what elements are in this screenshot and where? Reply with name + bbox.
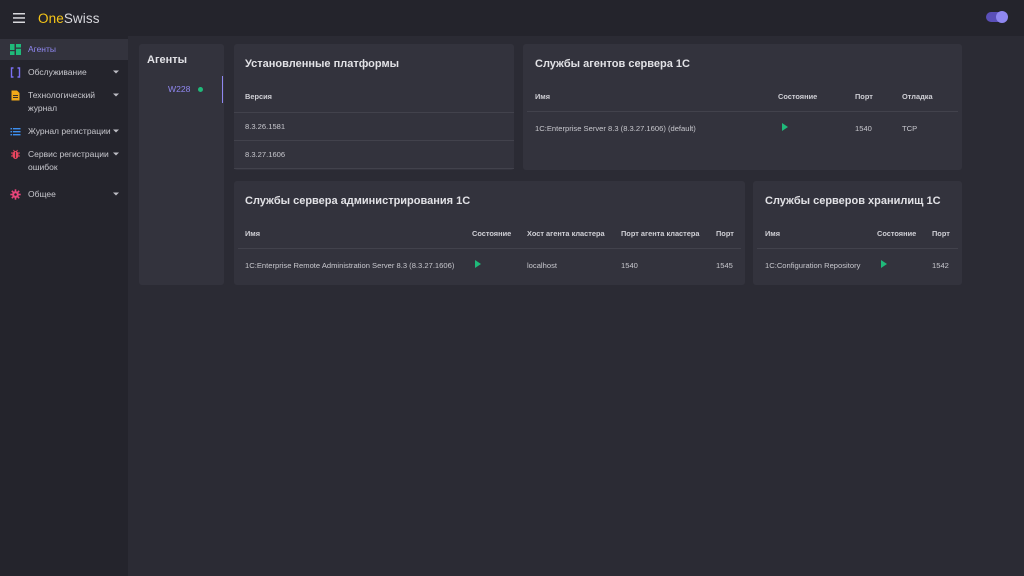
table-cell-name: 1C:Enterprise Remote Administration Serv… bbox=[245, 261, 455, 270]
table-cell-port: 1540 bbox=[855, 124, 872, 133]
table-cell-name: 1C:Enterprise Server 8.3 (8.3.27.1606) (… bbox=[535, 124, 696, 133]
column-header-port[interactable]: Порт bbox=[855, 92, 873, 101]
divider bbox=[757, 248, 958, 249]
agent-item-w228[interactable]: W228 bbox=[168, 84, 190, 94]
divider bbox=[234, 112, 514, 113]
table-cell-cluster-port: 1540 bbox=[621, 261, 638, 270]
column-header-debug[interactable]: Отладка bbox=[902, 92, 933, 101]
column-header-cluster-port[interactable]: Порт агента кластера bbox=[621, 229, 700, 238]
list-icon bbox=[9, 125, 21, 137]
chevron-down-icon bbox=[113, 192, 119, 196]
chevron-down-icon bbox=[113, 93, 119, 97]
divider bbox=[527, 111, 958, 112]
brackets-icon bbox=[9, 66, 21, 78]
sidebar-item-error-service[interactable]: Сервис регистрации ошибок bbox=[0, 148, 128, 178]
agents-title: Агенты bbox=[147, 54, 188, 66]
agents-panel bbox=[139, 44, 224, 285]
sidebar-item-general[interactable]: Общее bbox=[0, 188, 128, 205]
table-cell-host: localhost bbox=[527, 261, 557, 270]
sidebar-item-label: Журнал регистрации bbox=[28, 126, 111, 136]
column-header-name[interactable]: Имя bbox=[535, 92, 550, 101]
column-header-state[interactable]: Состояние bbox=[877, 229, 916, 238]
column-header-port[interactable]: Порт bbox=[932, 229, 950, 238]
dashboard-icon bbox=[9, 43, 21, 55]
running-status-icon bbox=[782, 123, 788, 131]
chevron-down-icon bbox=[113, 70, 119, 74]
toggle-knob bbox=[996, 11, 1008, 23]
bug-icon bbox=[9, 148, 21, 160]
hamburger-icon bbox=[13, 13, 25, 23]
table-cell-name: 1C:Configuration Repository bbox=[765, 261, 861, 270]
column-header-name[interactable]: Имя bbox=[765, 229, 780, 238]
document-icon bbox=[9, 89, 21, 101]
column-header-cluster-host[interactable]: Хост агента кластера bbox=[527, 229, 605, 238]
app-bar: OneSwiss bbox=[0, 0, 1024, 36]
column-header-port[interactable]: Порт bbox=[716, 229, 734, 238]
platforms-title: Установленные платформы bbox=[245, 58, 400, 70]
gear-icon bbox=[9, 188, 21, 200]
table-cell-version: 8.3.27.1606 bbox=[245, 150, 286, 159]
chevron-down-icon bbox=[113, 129, 119, 133]
theme-toggle[interactable] bbox=[986, 11, 1008, 23]
sidebar-item-label: Агенты bbox=[28, 44, 57, 54]
agent-selection-indicator bbox=[222, 76, 223, 103]
sidebar-item-event-log[interactable]: Журнал регистрации bbox=[0, 125, 128, 142]
agent-status-dot bbox=[198, 87, 203, 92]
running-status-icon bbox=[881, 260, 887, 268]
sidebar-item-maintenance[interactable]: Обслуживание bbox=[0, 66, 128, 83]
menu-button[interactable] bbox=[0, 0, 38, 36]
divider bbox=[234, 140, 514, 141]
column-header-state[interactable]: Состояние bbox=[472, 229, 511, 238]
sidebar-item-label: Сервис регистрации ошибок bbox=[28, 149, 109, 172]
divider bbox=[234, 168, 514, 169]
sidebar-item-label: Общее bbox=[28, 189, 56, 199]
sidebar: Агенты Обслуживание Технологический журн… bbox=[0, 36, 128, 576]
divider bbox=[238, 248, 741, 249]
column-header-name[interactable]: Имя bbox=[245, 229, 260, 238]
table-cell-debug: TCP bbox=[902, 124, 918, 133]
chevron-down-icon bbox=[113, 152, 119, 156]
column-header-state[interactable]: Состояние bbox=[778, 92, 817, 101]
running-status-icon bbox=[475, 260, 481, 268]
sidebar-item-agents[interactable]: Агенты bbox=[0, 39, 128, 60]
column-header-version[interactable]: Версия bbox=[245, 92, 272, 101]
table-cell-version: 8.3.26.1581 bbox=[245, 122, 286, 131]
table-cell-port: 1545 bbox=[716, 261, 733, 270]
sidebar-item-label: Обслуживание bbox=[28, 67, 87, 77]
brand-logo[interactable]: OneSwiss bbox=[38, 11, 100, 26]
sidebar-item-tech-journal[interactable]: Технологический журнал bbox=[0, 89, 128, 119]
agent-services-title: Службы агентов сервера 1С bbox=[535, 58, 690, 70]
admin-services-title: Службы сервера администрирования 1С bbox=[245, 195, 471, 207]
table-cell-port: 1542 bbox=[932, 261, 949, 270]
sidebar-item-label: Технологический журнал bbox=[28, 90, 95, 113]
repo-services-title: Службы серверов хранилищ 1С bbox=[765, 195, 941, 207]
